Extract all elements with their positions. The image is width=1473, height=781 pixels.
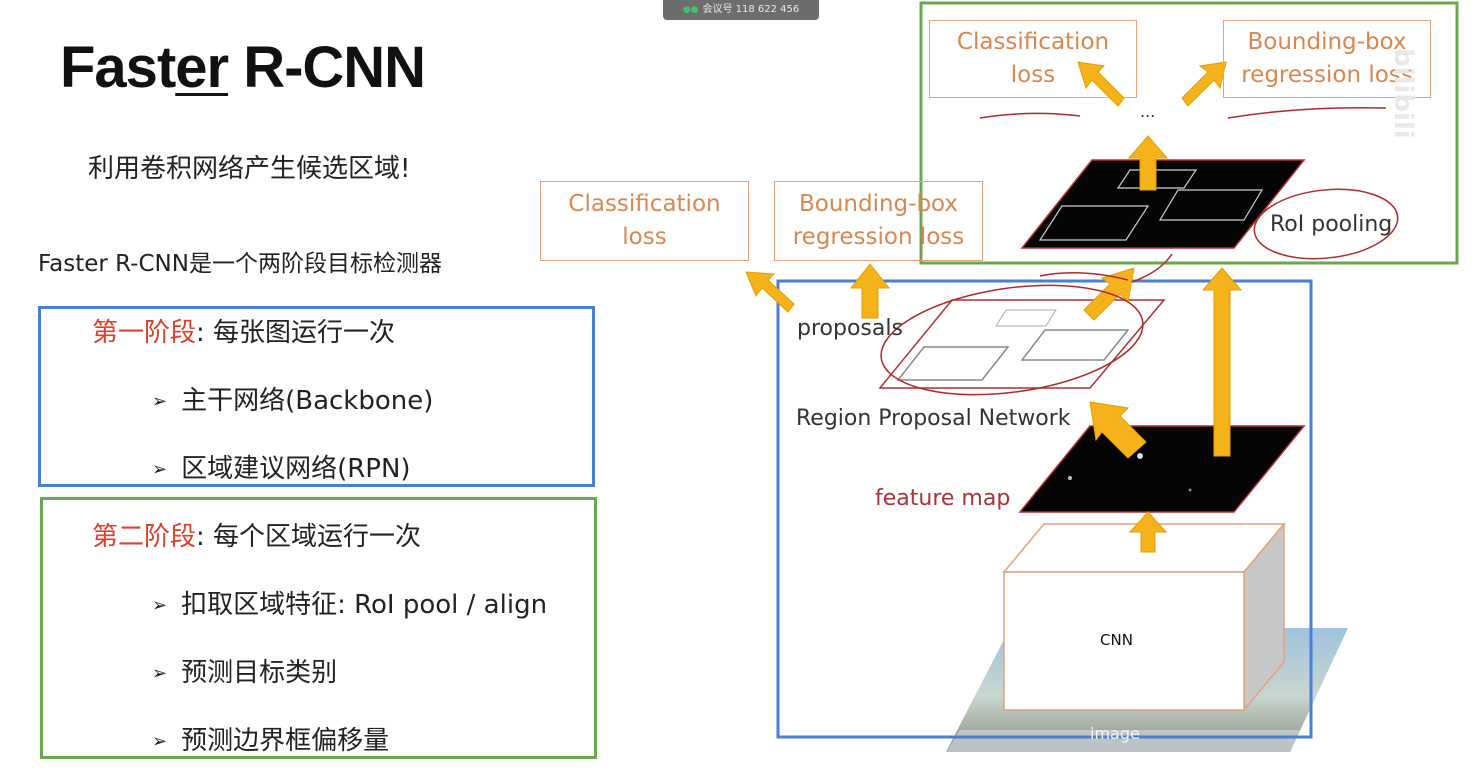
- loss-label-line: regression loss: [792, 224, 965, 250]
- mid-bbox-loss-box: Bounding-box regression loss: [774, 181, 983, 261]
- bilibili-watermark: bilibili: [1388, 48, 1418, 139]
- diagonal-arrow-icon: [1181, 61, 1227, 107]
- annotation-stroke: [1131, 253, 1173, 283]
- feature-activation: [1188, 488, 1192, 492]
- rpn-label: Region Proposal Network: [796, 406, 1071, 431]
- underline-stroke: [1227, 106, 1387, 119]
- feature-activation: [1137, 453, 1143, 459]
- loss-label-line: loss: [1010, 62, 1056, 88]
- roi-feature-plane: [1020, 159, 1306, 249]
- proposals-plane: [878, 299, 1166, 389]
- loss-label-line: Classification: [956, 29, 1110, 55]
- loss-label-line: Classification: [568, 191, 721, 217]
- mid-classification-loss-box: Classification loss: [540, 181, 749, 261]
- image-label: image: [1090, 724, 1140, 743]
- feature-map-label: feature map: [875, 486, 1011, 511]
- top-classification-loss-box: Classification loss: [929, 20, 1137, 98]
- feature-map-plane: [1018, 425, 1306, 513]
- feature-activation: [1068, 476, 1072, 480]
- diagonal-arrow-icon: [745, 271, 795, 313]
- underline-stroke: [979, 112, 1081, 119]
- proposals-label: proposals: [797, 316, 903, 341]
- roi-pooling-label: RoI pooling: [1270, 212, 1393, 237]
- loss-label-line: Bounding-box: [798, 191, 959, 217]
- loss-label-line: Bounding-box: [1247, 29, 1407, 55]
- up-arrow-icon: [849, 263, 891, 319]
- ellipsis-label: ...: [1140, 102, 1156, 121]
- faster-rcnn-diagram: [745, 1, 1459, 752]
- cnn-label: CNN: [1100, 631, 1133, 649]
- loss-label-line: loss: [622, 224, 667, 250]
